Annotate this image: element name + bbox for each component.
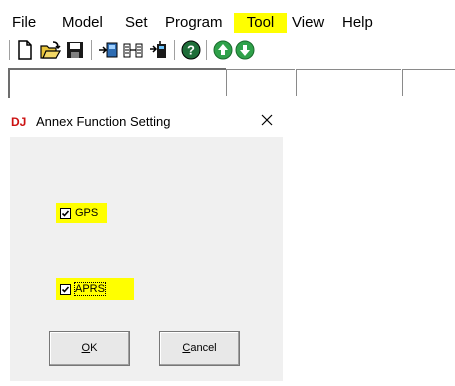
menu-set[interactable]: Set xyxy=(123,13,150,33)
clone-radio-icon[interactable] xyxy=(147,39,169,61)
aprs-label: APRS xyxy=(74,282,106,296)
checkmark-icon xyxy=(61,209,70,217)
aprs-checkbox[interactable]: APRS xyxy=(56,278,134,300)
menu-file[interactable]: File xyxy=(10,13,38,33)
ok-button[interactable]: OK xyxy=(49,331,130,366)
dialog-title: Annex Function Setting xyxy=(36,114,171,129)
annex-function-dialog: DJ Annex Function Setting GPS APRS OK Ca… xyxy=(0,100,292,386)
gps-label: GPS xyxy=(75,207,99,219)
aprs-checkbox-box[interactable] xyxy=(60,283,71,295)
new-file-icon[interactable] xyxy=(14,39,36,61)
write-to-radio-icon[interactable] xyxy=(122,39,144,61)
dialog-client-area: GPS APRS OK Cancel xyxy=(10,137,283,381)
grid-header-cell xyxy=(226,69,295,96)
menu-model[interactable]: Model xyxy=(60,13,105,33)
dialog-title-bar: DJ Annex Function Setting xyxy=(0,100,292,140)
main-window-panels xyxy=(0,66,455,98)
close-button[interactable] xyxy=(255,108,279,132)
toolbar-separator xyxy=(174,40,176,60)
menu-tool[interactable]: Tool xyxy=(234,13,287,33)
menu-help[interactable]: Help xyxy=(340,13,375,33)
menu-program[interactable]: Program xyxy=(163,13,225,33)
close-icon xyxy=(261,114,273,126)
move-up-icon[interactable] xyxy=(212,39,234,61)
gps-checkbox-box[interactable] xyxy=(60,207,71,219)
menu-view[interactable]: View xyxy=(290,13,326,33)
checkmark-icon xyxy=(61,285,70,293)
read-from-radio-icon[interactable] xyxy=(97,39,119,61)
cancel-label-rest: ancel xyxy=(190,342,217,354)
app-logo: DJ xyxy=(11,115,27,129)
ok-mnemonic: O xyxy=(81,342,91,354)
gps-checkbox[interactable]: GPS xyxy=(56,203,107,223)
toolbar-grip xyxy=(9,40,11,60)
move-down-icon[interactable] xyxy=(234,39,256,61)
save-disk-icon[interactable] xyxy=(64,39,86,61)
svg-text:?: ? xyxy=(187,43,195,58)
grid-header-cell xyxy=(296,69,401,96)
toolbar-separator xyxy=(206,40,208,60)
help-icon[interactable]: ? xyxy=(180,39,202,61)
ok-label-rest: K xyxy=(90,342,98,354)
toolbar-separator xyxy=(91,40,93,60)
channel-tree-panel xyxy=(8,68,226,98)
cancel-button[interactable]: Cancel xyxy=(159,331,240,366)
grid-header-cell xyxy=(402,69,455,96)
menu-bar: File Model Set Program Tool View Help xyxy=(0,0,455,33)
toolbar: ? xyxy=(0,38,455,66)
open-folder-icon[interactable] xyxy=(39,39,61,61)
